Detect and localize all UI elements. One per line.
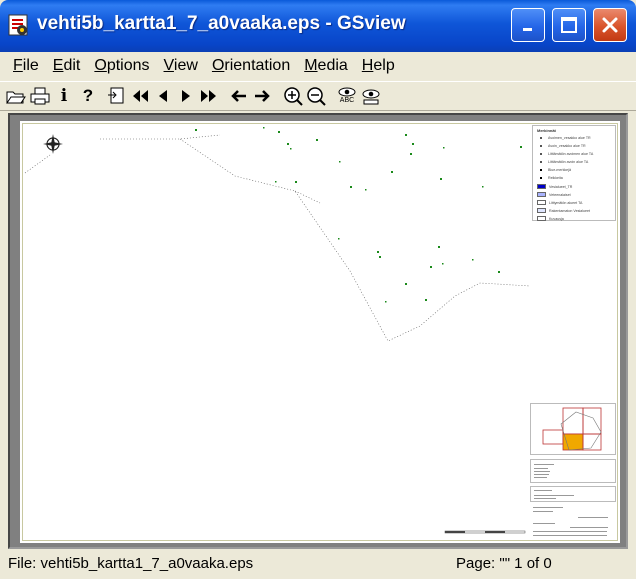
vegetation-points [195, 127, 522, 303]
menu-view[interactable]: View [157, 57, 205, 75]
previous-page-icon [159, 90, 167, 102]
info-button[interactable]: i [53, 85, 75, 107]
view-button[interactable] [360, 85, 382, 107]
help-icon: ? [82, 86, 94, 105]
menu-media[interactable]: Media [297, 57, 355, 75]
minimize-button[interactable] [511, 8, 545, 42]
overview-map [530, 403, 616, 455]
window-title: vehti5b_kartta1_7_a0vaaka.eps - GSview [37, 13, 406, 34]
zoom-out-button[interactable] [305, 85, 327, 107]
legend-row: Avoimen_vesakko alue TR [537, 136, 591, 140]
maximize-button[interactable] [552, 8, 586, 42]
print-icon [30, 87, 50, 105]
zoom-in-button[interactable] [282, 85, 304, 107]
map-legend: Merkinnät Avoimen_vesakko alue TR Avoin_… [532, 125, 616, 221]
open-icon [6, 91, 26, 104]
zoom-in-icon [284, 87, 303, 106]
first-page-button[interactable] [129, 85, 151, 107]
title-bar[interactable]: vehti5b_kartta1_7_a0vaaka.eps - GSview [0, 0, 636, 52]
info-box [530, 459, 616, 483]
info-icon: i [60, 86, 68, 106]
first-page-icon [133, 90, 148, 102]
boundary-line [24, 134, 531, 342]
menu-bar: File Edit Options View Orientation Media… [0, 52, 636, 79]
forward-icon [255, 90, 270, 102]
legend-row: Liittämätön avoimen alue TA [537, 152, 593, 156]
minimize-icon [523, 28, 532, 31]
legend-row: Liittymätön alueet TA [537, 200, 582, 205]
close-button[interactable] [593, 8, 627, 42]
status-bar: File: vehti5b_kartta1_7_a0vaaka.eps Page… [0, 552, 636, 579]
legend-row: Blue-merkkejä [537, 168, 571, 172]
menu-edit[interactable]: Edit [46, 57, 88, 75]
text-extract-icon: ABC [339, 97, 355, 104]
legend-row: Vesialueet_TR [537, 184, 572, 189]
view-icon [362, 89, 380, 105]
close-icon [602, 17, 618, 33]
boundary-line [294, 190, 321, 204]
forward-button[interactable] [251, 85, 273, 107]
back-button[interactable] [228, 85, 250, 107]
map-page: Merkinnät Avoimen_vesakko alue TR Avoin_… [20, 121, 620, 543]
goto-page-button[interactable] [106, 85, 128, 107]
info-box [530, 486, 616, 502]
legend-row: Kuvausja [537, 216, 564, 221]
text-extract-button[interactable]: ABC [336, 85, 358, 107]
legend-title: Merkinnät [537, 128, 556, 133]
help-button[interactable]: ? [77, 85, 99, 107]
status-page: Page: "" 1 of 0 [456, 555, 552, 572]
title-block [530, 505, 616, 539]
menu-file[interactable]: File [6, 57, 46, 75]
compass-icon [43, 134, 63, 154]
legend-row: Reikkeita [537, 176, 563, 180]
next-page-button[interactable] [175, 85, 197, 107]
menu-options[interactable]: Options [87, 57, 156, 75]
gsview-app-icon[interactable] [7, 12, 31, 38]
back-icon [231, 90, 246, 102]
menu-help[interactable]: Help [355, 57, 402, 75]
menu-orientation[interactable]: Orientation [205, 57, 297, 75]
eye-icon [338, 87, 356, 97]
zoom-out-icon [307, 87, 326, 106]
legend-row: Liittämätön avoin alue TA [537, 160, 588, 164]
last-page-icon [201, 90, 216, 102]
toolbar: i ? ABC [0, 81, 636, 111]
legend-row: Avoin_vesakko alue TR [537, 144, 586, 148]
print-button[interactable] [29, 85, 51, 107]
legend-row: Veteenalaiset [537, 192, 571, 197]
document-view[interactable]: Merkinnät Avoimen_vesakko alue TR Avoin_… [8, 113, 628, 549]
legend-row: Rakentamaton Vesialueet [537, 208, 590, 213]
open-button[interactable] [5, 85, 27, 107]
maximize-icon [561, 17, 577, 33]
previous-page-button[interactable] [152, 85, 174, 107]
scale-bar [444, 530, 526, 534]
last-page-button[interactable] [198, 85, 220, 107]
status-file: File: vehti5b_kartta1_7_a0vaaka.eps [8, 555, 254, 572]
next-page-icon [182, 90, 190, 102]
goto-page-icon [108, 87, 124, 104]
